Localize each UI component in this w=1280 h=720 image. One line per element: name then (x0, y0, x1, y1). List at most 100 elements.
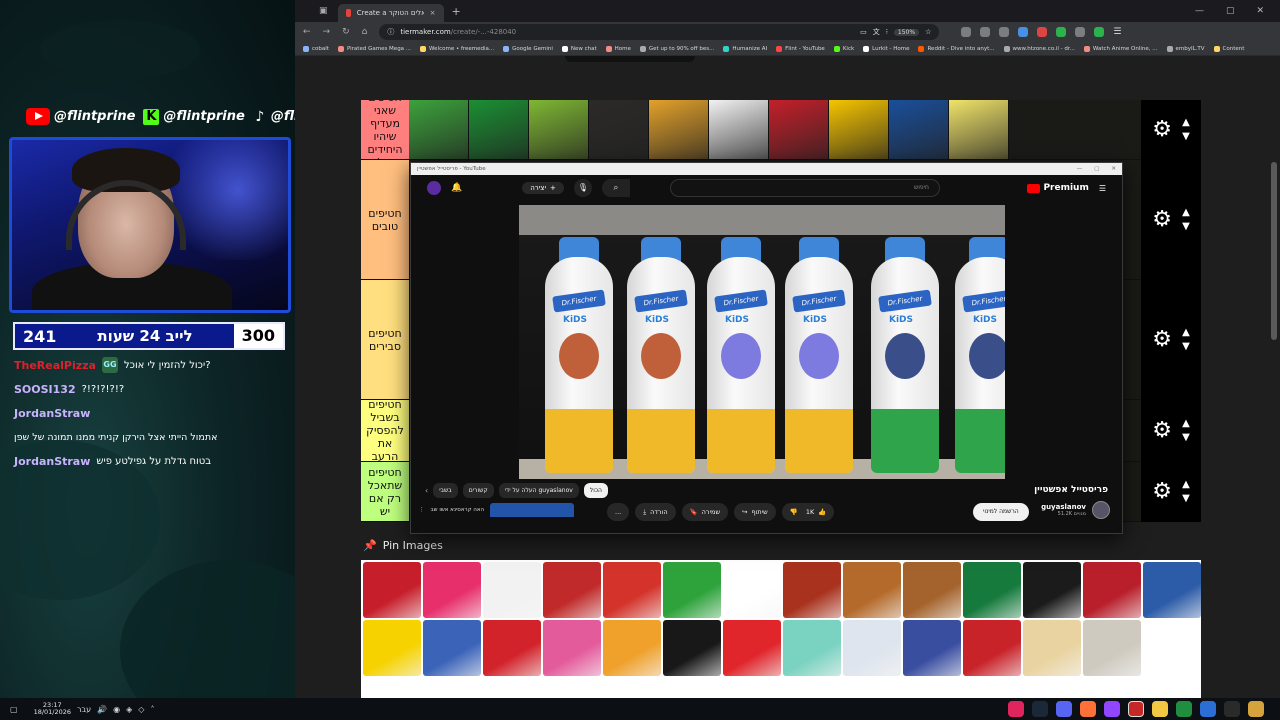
network-icon[interactable]: ◉ (113, 705, 120, 714)
bookmark-item[interactable]: Watch Anime Online, ... (1083, 45, 1158, 52)
snack-image[interactable] (483, 562, 541, 618)
bookmark-item[interactable]: Google Gemini (503, 45, 553, 52)
bookmark-item[interactable]: www.htzone.co.il - dr... (1003, 45, 1075, 52)
snack-image[interactable] (783, 620, 841, 676)
tray-icon[interactable]: ◇ (138, 705, 144, 714)
app-icon[interactable] (1008, 701, 1024, 717)
snack-image[interactable] (963, 562, 1021, 618)
snack-image[interactable] (843, 620, 901, 676)
new-tab-button[interactable]: + (452, 5, 461, 18)
snack-image[interactable] (783, 562, 841, 618)
snack-image[interactable] (903, 562, 961, 618)
site-info-icon[interactable]: ⓘ (387, 27, 394, 37)
profile-icon[interactable] (1094, 27, 1105, 37)
video-player[interactable]: Dr.Fischer KiDS Dr.Fischer KiDS Dr.Fischer Ki… (519, 205, 1005, 479)
snack-image[interactable] (1083, 620, 1141, 676)
extension-icon[interactable] (980, 27, 991, 37)
search-input[interactable]: חיפוש (669, 179, 940, 197)
home-icon[interactable]: ⌂ (362, 27, 368, 37)
maximize-icon[interactable]: ▢ (1094, 166, 1099, 172)
snack-image[interactable] (829, 100, 889, 159)
tier-label[interactable]: חטיפים בשביל להפסיק את הרעב (361, 400, 409, 461)
snack-image[interactable] (529, 100, 589, 159)
app-icon[interactable] (1104, 701, 1120, 717)
chevron-left-icon[interactable]: ‹ (425, 486, 428, 495)
notification-icon[interactable]: ▢ (10, 705, 18, 714)
snack-image[interactable] (603, 620, 661, 676)
notifications-bell-icon[interactable]: 🔔 (451, 183, 462, 193)
snack-image[interactable] (423, 562, 481, 618)
snack-image[interactable] (663, 562, 721, 618)
bookmark-item[interactable]: Pirated Games Mega ... (337, 45, 411, 52)
bookmark-item[interactable]: Welcome • freemedia... (420, 45, 494, 52)
youtube-window-titlebar[interactable]: פריסטייל אפשטיין - YouTube — ▢ ✕ (411, 163, 1122, 175)
snack-image[interactable] (423, 620, 481, 676)
volume-icon[interactable]: 🔊 (97, 705, 107, 714)
tier-label[interactable]: חטיפים שאני מעדיף שיהיו היחידים בעולם (361, 100, 409, 159)
snack-image[interactable] (723, 562, 781, 618)
tier-drop-zone[interactable] (409, 100, 1201, 159)
gear-icon[interactable]: ⚙ (1152, 481, 1172, 503)
forward-icon[interactable]: → (323, 27, 331, 37)
address-bar[interactable]: ⓘ tiermaker.com/create/-...-428040 ▭ 文 ⁝… (379, 24, 940, 40)
move-up-icon[interactable]: ▲ (1182, 480, 1190, 490)
snack-image[interactable] (363, 620, 421, 676)
snack-image[interactable] (1143, 562, 1201, 618)
discord-icon[interactable] (1056, 701, 1072, 717)
chip-all[interactable]: הכול (583, 483, 608, 498)
subscribe-button[interactable]: הרשמה למינוי (973, 503, 1029, 521)
snack-image[interactable] (903, 620, 961, 676)
minimize-icon[interactable]: — (1195, 6, 1204, 16)
snack-image[interactable] (469, 100, 529, 159)
maximize-icon[interactable]: ▢ (1226, 6, 1235, 16)
move-down-icon[interactable]: ▼ (1182, 342, 1190, 352)
language-indicator[interactable]: עבר (77, 705, 91, 714)
gear-icon[interactable]: ⚙ (1152, 119, 1172, 141)
bookmark-item[interactable]: Humanize AI (723, 45, 767, 52)
app-icon[interactable] (1248, 701, 1264, 717)
chip[interactable]: קשורים (462, 483, 494, 498)
snack-image[interactable] (543, 620, 601, 676)
channel-avatar[interactable] (1092, 501, 1110, 519)
bookmark-item[interactable]: Flint - YouTube (776, 45, 825, 52)
zoom-indicator[interactable]: 150% (893, 28, 920, 36)
app-icon[interactable] (1224, 701, 1240, 717)
channel-name[interactable]: guyaslanov (1041, 503, 1086, 511)
bookmark-item[interactable]: embyIL.TV (1166, 45, 1205, 52)
file-explorer-icon[interactable] (1152, 701, 1168, 717)
snack-image[interactable] (483, 620, 541, 676)
snack-image[interactable] (709, 100, 769, 159)
snack-image[interactable] (963, 620, 1021, 676)
create-button[interactable]: יצירה + (522, 182, 564, 194)
chevron-up-icon[interactable]: ˄ (150, 705, 154, 714)
snack-image[interactable] (543, 562, 601, 618)
more-button[interactable]: ... (607, 503, 630, 521)
firefox-icon[interactable] (1080, 701, 1096, 717)
extension-icon[interactable] (1037, 27, 1048, 37)
snack-image[interactable] (889, 100, 949, 159)
move-up-icon[interactable]: ▲ (1182, 118, 1190, 128)
tray-icon[interactable]: ◈ (126, 705, 132, 714)
bookmark-star-icon[interactable]: ☆ (925, 28, 931, 36)
translate-icon[interactable]: 文 (873, 27, 880, 37)
search-icon[interactable]: ⌕ (601, 179, 630, 197)
snack-image[interactable] (649, 100, 709, 159)
snack-image[interactable] (723, 620, 781, 676)
extension-icon[interactable] (961, 27, 972, 37)
scrollbar-thumb[interactable] (1271, 162, 1277, 340)
close-window-icon[interactable]: ✕ (1256, 6, 1264, 16)
close-icon[interactable]: ✕ (1111, 166, 1116, 172)
channel-info[interactable]: guyaslanov 51.2K מנויים (1041, 501, 1110, 519)
bookmark-item[interactable]: Content (1213, 45, 1244, 52)
cast-icon[interactable]: ▭ (860, 28, 867, 36)
youtube-logo[interactable]: Premium (1027, 183, 1089, 193)
menu-icon[interactable]: ☰ (1113, 27, 1121, 37)
menu-icon[interactable]: ☰ (1099, 184, 1106, 193)
snack-image[interactable] (603, 562, 661, 618)
bookmark-item[interactable]: cobalt (303, 45, 329, 52)
snack-image[interactable] (409, 100, 469, 159)
tab-tiermaker[interactable]: Create a חטיפים ישראלים הטוקר × (337, 4, 444, 22)
tier-label[interactable]: חטיפים סבירים (361, 280, 409, 399)
move-up-icon[interactable]: ▲ (1182, 328, 1190, 338)
app-icon[interactable] (1200, 701, 1216, 717)
